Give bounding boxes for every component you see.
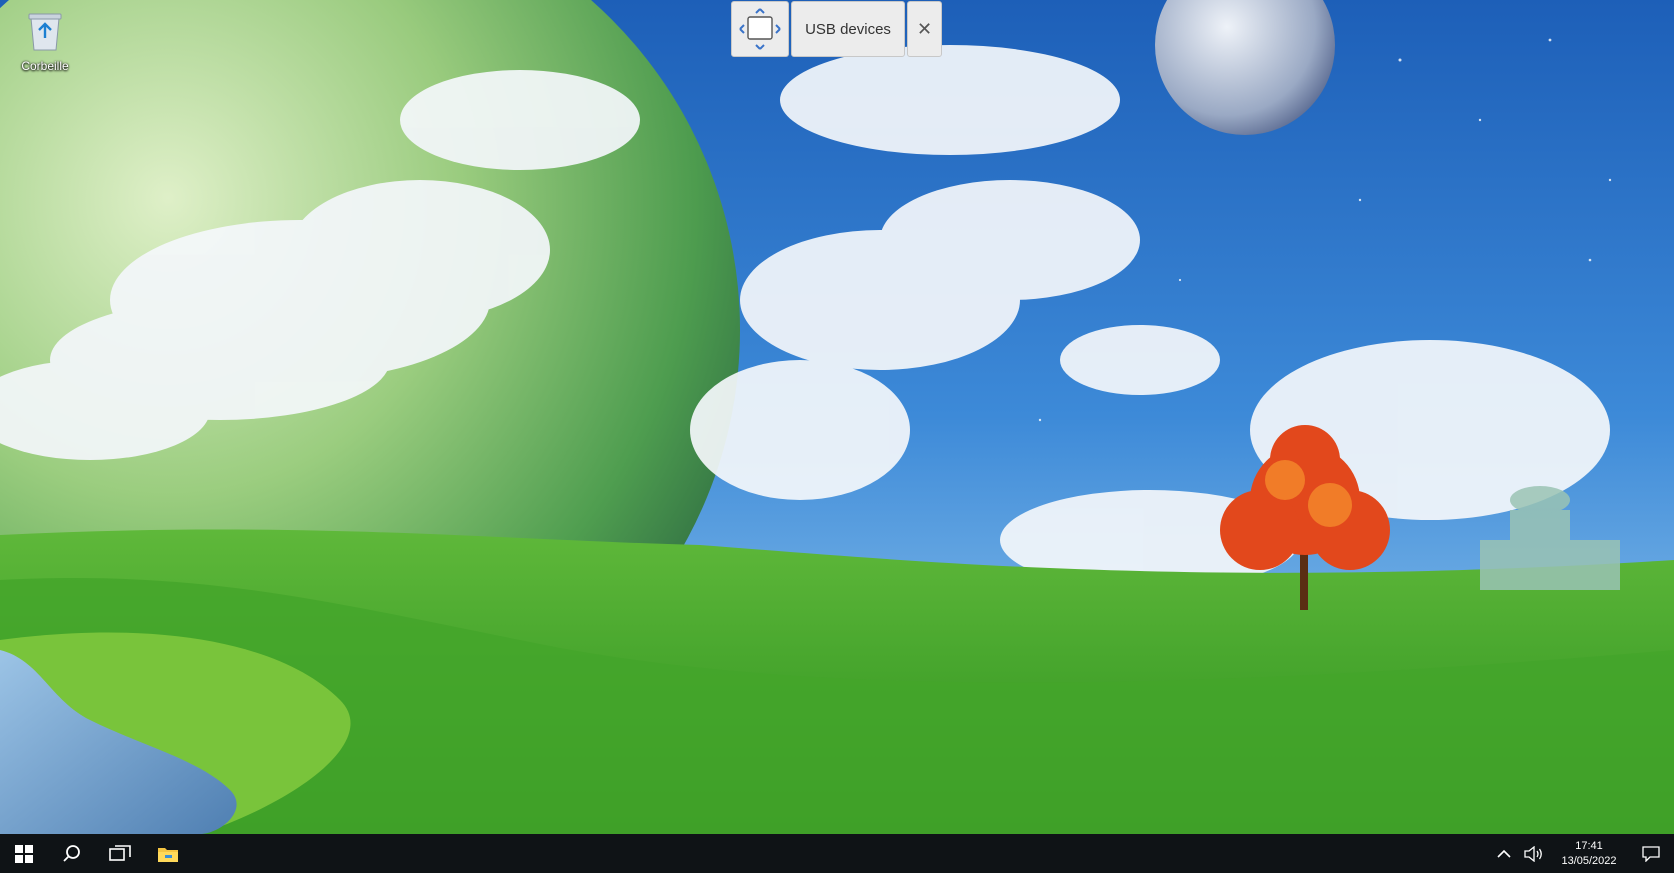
volume-icon: [1524, 845, 1542, 862]
windows-start-icon: [15, 844, 33, 863]
action-center-button[interactable]: [1628, 834, 1674, 873]
move-toolbar-button[interactable]: [731, 1, 789, 57]
clock-date: 13/05/2022: [1561, 854, 1617, 867]
search-icon: [63, 844, 80, 862]
task-view-button[interactable]: [96, 834, 144, 873]
pinned-file-explorer[interactable]: [144, 834, 192, 873]
window-move-icon: [739, 8, 781, 50]
file-explorer-icon: [158, 847, 178, 862]
usb-toolbar: USB devices ✕: [731, 1, 942, 59]
usb-devices-button[interactable]: USB devices: [791, 1, 905, 57]
clock[interactable]: 17:41 13/05/2022: [1550, 834, 1628, 873]
system-tray: 17:41 13/05/2022: [1490, 834, 1674, 873]
desktop-icon-recycle-bin[interactable]: Corbeille: [12, 8, 78, 78]
taskbar: 17:41 13/05/2022: [0, 834, 1674, 873]
close-toolbar-button[interactable]: ✕: [907, 1, 942, 57]
desktop[interactable]: Corbeille: [0, 0, 1674, 834]
start-button[interactable]: [0, 834, 48, 873]
task-view-icon: [109, 844, 131, 861]
clock-time: 17:41: [1575, 839, 1603, 852]
wallpaper: [0, 0, 1674, 834]
chevron-up-icon: [1497, 849, 1511, 858]
volume-button[interactable]: [1518, 834, 1550, 873]
notification-icon: [1642, 845, 1660, 862]
recycle-bin-icon: [28, 13, 62, 51]
show-hidden-icons-button[interactable]: [1490, 834, 1518, 873]
close-icon: ✕: [916, 18, 933, 39]
desktop-icon-label: Corbeille: [21, 59, 69, 73]
search-button[interactable]: [48, 834, 96, 873]
